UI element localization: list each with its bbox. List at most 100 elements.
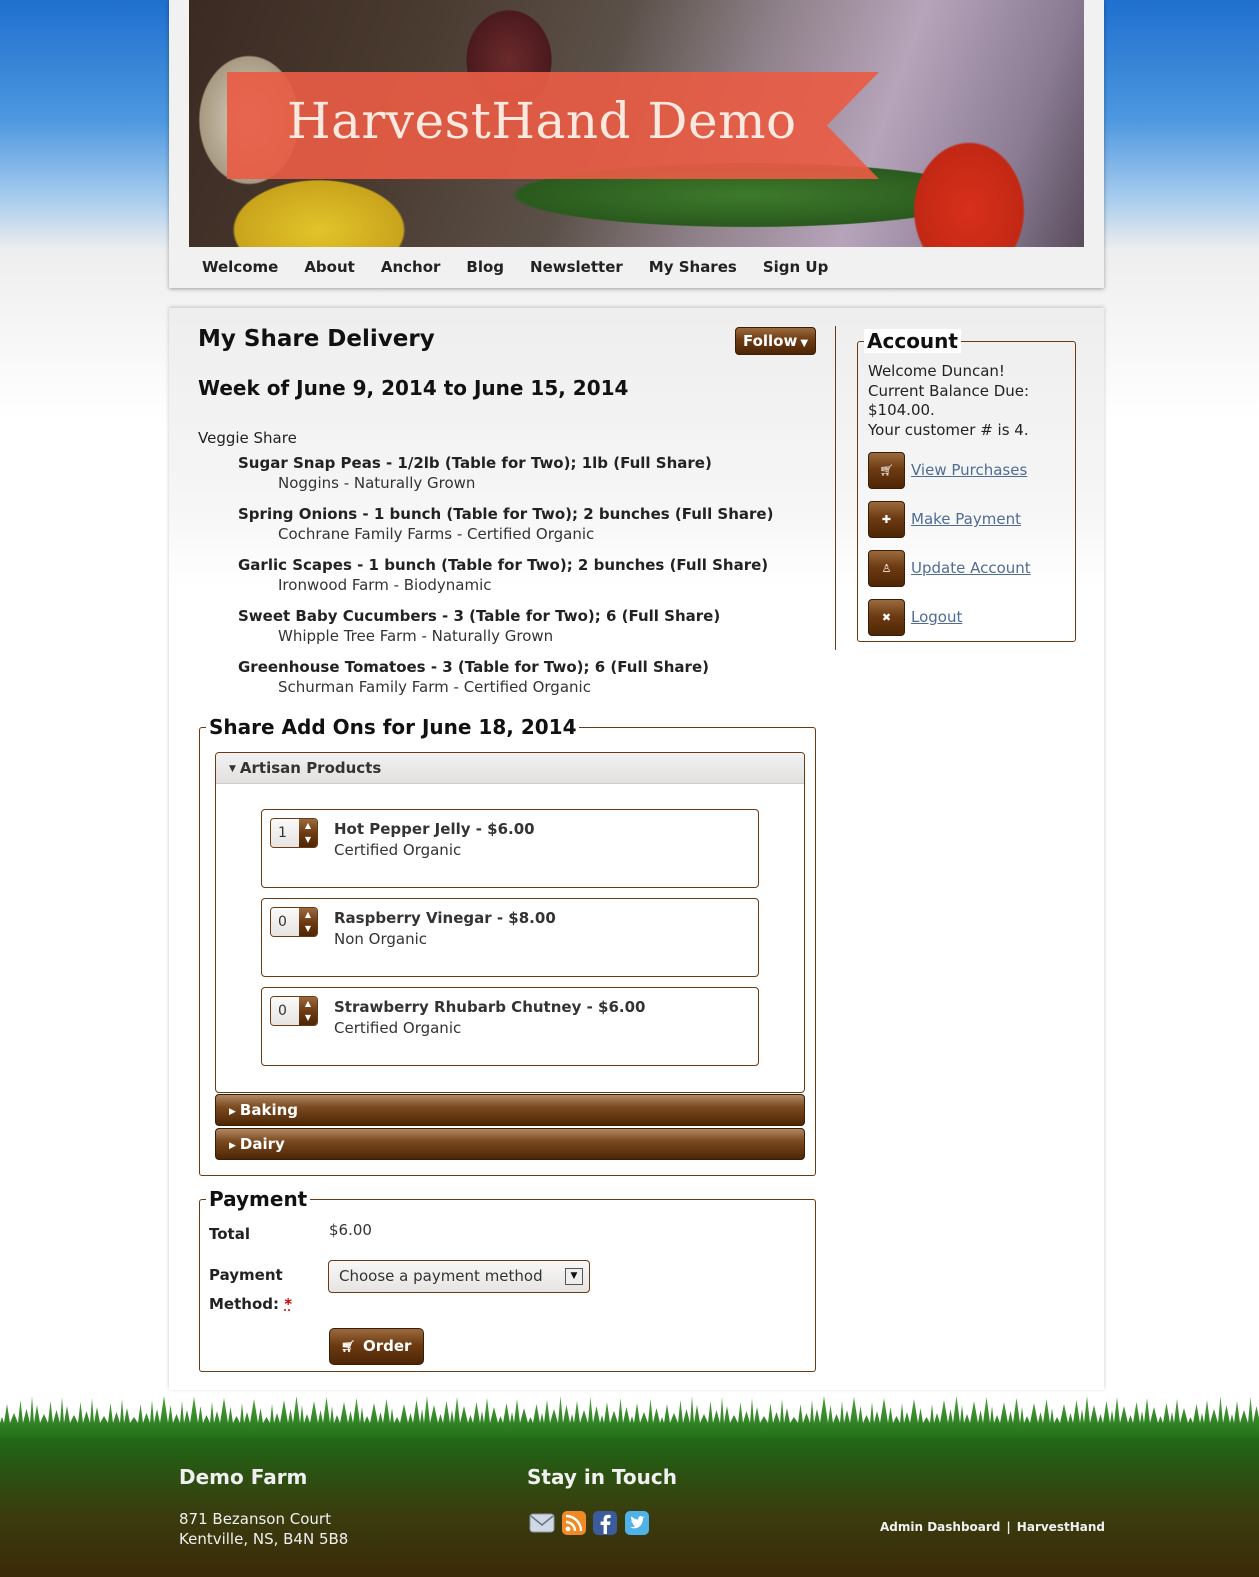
- grass-decoration: [0, 1396, 1259, 1443]
- welcome-text: Welcome Duncan!: [868, 362, 1005, 380]
- account-legend: Account: [864, 329, 961, 353]
- week-title: Week of June 9, 2014 to June 15, 2014: [198, 376, 629, 400]
- accordion-header-baking[interactable]: ▶ Baking: [215, 1094, 805, 1126]
- method-label-text: Method:: [209, 1295, 279, 1313]
- payment-method-label: Payment: [209, 1266, 283, 1284]
- balance-label: Current Balance Due:: [868, 382, 1030, 400]
- list-item: Sugar Snap Peas - 1/2lb (Table for Two);…: [238, 453, 838, 493]
- accordion-label: Baking: [239, 1101, 299, 1119]
- quantity-stepper[interactable]: 0 ▲ ▼: [270, 996, 318, 1026]
- required-marker: *: [284, 1295, 293, 1313]
- quantity-stepper[interactable]: 1 ▲ ▼: [270, 818, 318, 848]
- chevron-down-icon[interactable]: ▼: [565, 1268, 583, 1285]
- accordion-header-dairy[interactable]: ▶ Dairy: [215, 1128, 805, 1160]
- vegetable-name: Garlic Scapes - 1 bunch (Table for Two);…: [238, 556, 769, 574]
- quantity-stepper[interactable]: 0 ▲ ▼: [270, 907, 318, 937]
- caret-down-icon: ▼: [229, 764, 236, 774]
- column-divider: [835, 326, 836, 650]
- product-certification: Non Organic: [334, 930, 428, 948]
- footer-farm-name: Demo Farm: [179, 1465, 308, 1489]
- footer-address-line2: Kentville, NS, B4N 5B8: [179, 1530, 349, 1548]
- nav-item-anchor[interactable]: Anchor: [368, 252, 454, 286]
- vegetable-list: Sugar Snap Peas - 1/2lb (Table for Two);…: [238, 453, 838, 708]
- order-button[interactable]: 🛒︎ Order: [329, 1328, 424, 1365]
- decrement-icon[interactable]: ▼: [299, 1011, 317, 1025]
- make-payment-link[interactable]: Make Payment: [911, 510, 1021, 528]
- follow-button[interactable]: Follow ▼: [735, 327, 816, 355]
- page-title: My Share Delivery: [198, 326, 435, 352]
- accordion-label: Artisan Products: [239, 759, 382, 777]
- product-card: 0 ▲ ▼ Raspberry Vinegar - $8.00 Non Orga…: [261, 898, 759, 977]
- content-panel: My Share Delivery Follow ▼ Week of June 9…: [169, 308, 1104, 1390]
- admin-dashboard-link[interactable]: Admin Dashboard: [880, 1520, 1000, 1534]
- stepper-buttons: ▲ ▼: [299, 908, 317, 936]
- balance-value: $104.00.: [868, 401, 935, 419]
- nav-item-welcome[interactable]: Welcome: [189, 252, 291, 286]
- cart-icon[interactable]: 🛒︎: [868, 452, 905, 489]
- select-placeholder: Choose a payment method: [339, 1267, 543, 1285]
- footer-stay-title: Stay in Touch: [527, 1465, 677, 1489]
- accordion-header-artisan-products[interactable]: ▼ Artisan Products: [216, 753, 804, 784]
- accordion-label: Dairy: [239, 1135, 285, 1153]
- nav-item-about[interactable]: About: [291, 252, 368, 286]
- vegetable-name: Spring Onions - 1 bunch (Table for Two);…: [238, 505, 774, 523]
- vegetable-farm: Whipple Tree Farm - Naturally Grown: [278, 627, 554, 645]
- vegetable-farm: Noggins - Naturally Grown: [278, 474, 476, 492]
- stepper-buttons: ▲ ▼: [299, 819, 317, 847]
- product-card: 1 ▲ ▼ Hot Pepper Jelly - $6.00 Certified…: [261, 809, 759, 888]
- caret-right-icon: ▶: [229, 1141, 236, 1151]
- rss-icon[interactable]: [561, 1510, 587, 1536]
- quantity-value[interactable]: 0: [271, 997, 300, 1025]
- nav-item-my-shares[interactable]: My Shares: [636, 252, 750, 286]
- header-banner-image: HarvestHand Demo: [189, 0, 1084, 247]
- customer-number: Your customer # is 4.: [868, 421, 1029, 439]
- product-name: Strawberry Rhubarb Chutney - $6.00: [334, 998, 646, 1016]
- product-certification: Certified Organic: [334, 1019, 462, 1037]
- quantity-value[interactable]: 1: [271, 819, 300, 847]
- close-icon[interactable]: ✖: [868, 599, 905, 636]
- email-icon[interactable]: [529, 1510, 555, 1536]
- total-label: Total: [209, 1225, 250, 1243]
- view-purchases-link[interactable]: View Purchases: [911, 461, 1027, 479]
- stepper-buttons: ▲ ▼: [299, 997, 317, 1025]
- list-item: Sweet Baby Cucumbers - 3 (Table for Two)…: [238, 606, 838, 646]
- vegetable-name: Greenhouse Tomatoes - 3 (Table for Two);…: [238, 658, 709, 676]
- plus-icon[interactable]: ✚: [868, 501, 905, 538]
- share-addons-fieldset: Share Add Ons for June 18, 2014 ▼ Artisan…: [199, 715, 816, 1176]
- user-icon[interactable]: ♙: [868, 550, 905, 587]
- list-item: Garlic Scapes - 1 bunch (Table for Two);…: [238, 555, 838, 595]
- footer-address-line1: 871 Bezanson Court: [179, 1510, 331, 1528]
- harvesthand-link[interactable]: HarvestHand: [1017, 1520, 1105, 1534]
- vegetable-farm: Schurman Family Farm - Certified Organic: [278, 678, 591, 696]
- update-account-link[interactable]: Update Account: [911, 559, 1031, 577]
- nav-item-newsletter[interactable]: Newsletter: [517, 252, 636, 286]
- nav-item-blog[interactable]: Blog: [453, 252, 517, 286]
- caret-right-icon: ▶: [229, 1107, 236, 1117]
- quantity-value[interactable]: 0: [271, 908, 300, 936]
- share-addons-legend: Share Add Ons for June 18, 2014: [206, 715, 580, 739]
- nav-item-sign-up[interactable]: Sign Up: [750, 252, 842, 286]
- vegetable-farm: Cochrane Family Farms - Certified Organi…: [278, 525, 595, 543]
- increment-icon[interactable]: ▲: [299, 908, 317, 922]
- decrement-icon[interactable]: ▼: [299, 833, 317, 847]
- increment-icon[interactable]: ▲: [299, 819, 317, 833]
- list-item: Greenhouse Tomatoes - 3 (Table for Two);…: [238, 657, 838, 697]
- share-type-heading: Veggie Share: [198, 429, 297, 447]
- payment-method-select[interactable]: Choose a payment method ▼: [328, 1260, 590, 1293]
- list-item: Spring Onions - 1 bunch (Table for Two);…: [238, 504, 838, 544]
- vegetable-name: Sugar Snap Peas - 1/2lb (Table for Two);…: [238, 454, 712, 472]
- payment-fieldset: Payment Total $6.00 Payment Method: * Ch…: [199, 1187, 816, 1372]
- total-value: $6.00: [329, 1221, 372, 1239]
- vegetable-farm: Ironwood Farm - Biodynamic: [278, 576, 492, 594]
- site-header: HarvestHand Demo Welcome About Anchor Bl…: [169, 0, 1104, 288]
- increment-icon[interactable]: ▲: [299, 997, 317, 1011]
- payment-method-label-cont: Method: *: [209, 1295, 292, 1313]
- main-nav: Welcome About Anchor Blog Newsletter My …: [189, 252, 841, 286]
- site-title[interactable]: HarvestHand Demo: [287, 92, 797, 150]
- logout-link[interactable]: Logout: [911, 608, 962, 626]
- decrement-icon[interactable]: ▼: [299, 922, 317, 936]
- facebook-icon[interactable]: [592, 1510, 618, 1536]
- twitter-icon[interactable]: [624, 1510, 650, 1536]
- vegetable-name: Sweet Baby Cucumbers - 3 (Table for Two)…: [238, 607, 721, 625]
- product-certification: Certified Organic: [334, 841, 462, 859]
